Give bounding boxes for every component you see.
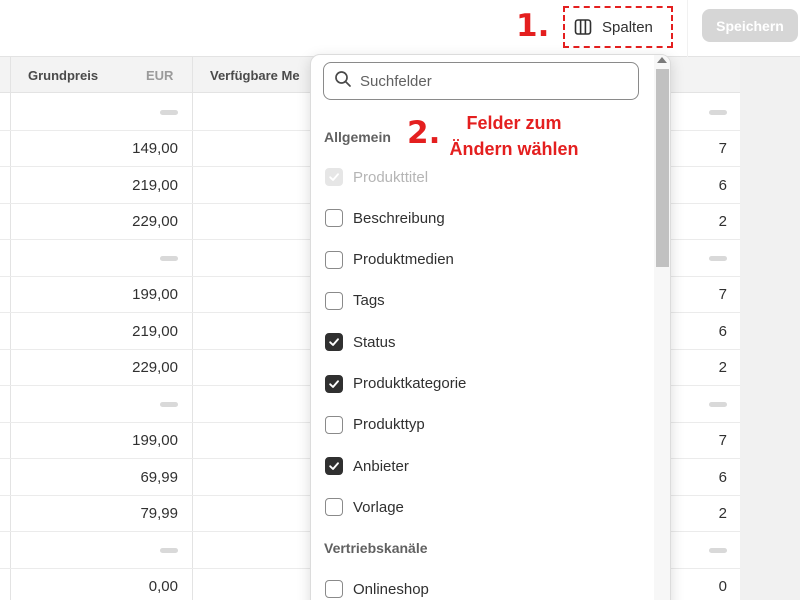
empty-quantity-cell[interactable] xyxy=(709,240,727,276)
header-base-price[interactable]: Grundpreis xyxy=(28,57,98,93)
dash-icon xyxy=(709,547,727,553)
dash-icon xyxy=(709,401,727,407)
checkbox[interactable] xyxy=(325,291,343,310)
empty-price-cell[interactable] xyxy=(160,240,178,276)
search-icon xyxy=(334,70,352,93)
checkbox[interactable] xyxy=(325,498,343,517)
column-option-produktmedien[interactable]: Produktmedien xyxy=(325,249,454,271)
empty-price-cell[interactable] xyxy=(160,532,178,568)
column-option-onlineshop[interactable]: Onlineshop xyxy=(325,578,429,600)
empty-price-cell[interactable] xyxy=(160,386,178,422)
column-option-anbieter[interactable]: Anbieter xyxy=(325,455,409,477)
column-option-tags[interactable]: Tags xyxy=(325,290,385,312)
column-option-status[interactable]: Status xyxy=(325,331,396,353)
group-title-sales-channels: Vertriebskanäle xyxy=(324,540,428,556)
checkbox[interactable] xyxy=(325,209,343,228)
column-option-beschreibung[interactable]: Beschreibung xyxy=(325,207,445,229)
checkbox[interactable] xyxy=(325,333,343,352)
dash-icon xyxy=(160,109,178,115)
annotation-note: Felder zum Ändern wählen xyxy=(444,110,584,162)
quantity-cell[interactable]: 6 xyxy=(719,313,727,349)
column-option-label: Produktkategorie xyxy=(353,375,467,392)
price-cell[interactable]: 219,00 xyxy=(132,167,178,203)
column-option-label: Tags xyxy=(353,292,385,310)
price-cell[interactable]: 149,00 xyxy=(132,131,178,167)
price-cell[interactable]: 219,00 xyxy=(132,313,178,349)
header-available-quantity[interactable]: Verfügbare Me xyxy=(210,57,300,93)
dash-icon xyxy=(160,547,178,553)
page-background xyxy=(740,57,800,600)
column-option-label: Produkttyp xyxy=(353,416,425,434)
scrollbar-thumb[interactable] xyxy=(656,69,669,267)
price-cell[interactable]: 229,00 xyxy=(132,350,178,386)
column-option-vorlage[interactable]: Vorlage xyxy=(325,496,404,518)
checkbox[interactable] xyxy=(325,250,343,269)
annotation-note-line: Ändern wählen xyxy=(449,139,579,159)
column-option-produkttyp[interactable]: Produkttyp xyxy=(325,414,425,436)
empty-quantity-cell[interactable] xyxy=(709,386,727,422)
checkbox xyxy=(325,168,343,186)
column-option-label: Vorlage xyxy=(353,498,404,516)
price-cell[interactable]: 199,00 xyxy=(132,277,178,313)
checkbox[interactable] xyxy=(325,580,343,598)
checkbox[interactable] xyxy=(325,374,343,393)
group-title-general: Allgemein xyxy=(324,129,391,145)
checkbox[interactable] xyxy=(325,415,343,434)
checkmark-icon xyxy=(329,379,339,388)
top-bar: 1. Spalten Speichern xyxy=(0,0,800,57)
quantity-cell[interactable]: 2 xyxy=(719,350,727,386)
annotation-step-2: 2. xyxy=(407,115,441,151)
toolbar-divider xyxy=(687,0,688,57)
annotation-step-1: 1. xyxy=(516,8,550,44)
header-currency: EUR xyxy=(146,67,174,83)
price-cell[interactable]: 199,00 xyxy=(132,423,178,459)
quantity-cell[interactable]: 6 xyxy=(719,167,727,203)
quantity-cell[interactable]: 6 xyxy=(719,459,727,495)
dash-icon xyxy=(160,401,178,407)
search-field[interactable] xyxy=(323,62,639,100)
quantity-cell[interactable]: 7 xyxy=(719,277,727,313)
column-option-produktkategorie[interactable]: Produktkategorie xyxy=(325,373,466,395)
column-option-label: Beschreibung xyxy=(353,209,445,227)
save-button[interactable]: Speichern xyxy=(702,9,798,42)
columns-button[interactable]: Spalten xyxy=(563,6,673,48)
price-cell[interactable]: 0,00 xyxy=(149,569,178,600)
columns-button-label: Spalten xyxy=(602,18,653,36)
price-cell[interactable]: 79,99 xyxy=(140,496,178,532)
quantity-cell[interactable]: 2 xyxy=(719,496,727,532)
quantity-cell[interactable]: 7 xyxy=(719,131,727,167)
column-option-produkttitel: Produkttitel xyxy=(325,166,428,188)
column-option-label: Produkttitel xyxy=(353,168,429,186)
empty-quantity-cell[interactable] xyxy=(709,94,727,130)
scroll-up-arrow-icon[interactable] xyxy=(657,57,667,63)
checkmark-icon xyxy=(329,338,339,347)
quantity-cell[interactable]: 0 xyxy=(719,569,727,600)
column-option-label: Status xyxy=(353,333,396,351)
checkbox[interactable] xyxy=(325,457,343,476)
dash-icon xyxy=(709,255,727,261)
search-input[interactable] xyxy=(360,72,620,90)
checkmark-icon xyxy=(329,462,339,471)
quantity-cell[interactable]: 7 xyxy=(719,423,727,459)
dash-icon xyxy=(160,255,178,261)
empty-price-cell[interactable] xyxy=(160,94,178,130)
quantity-cell[interactable]: 2 xyxy=(719,204,727,240)
price-cell[interactable]: 69,99 xyxy=(140,459,178,495)
column-option-label: Produktmedien xyxy=(353,251,454,269)
columns-icon xyxy=(574,18,592,36)
annotation-note-line: Felder zum xyxy=(466,113,562,133)
checkmark-icon xyxy=(329,173,339,181)
empty-quantity-cell[interactable] xyxy=(709,532,727,568)
dash-icon xyxy=(709,109,727,115)
price-cell[interactable]: 229,00 xyxy=(132,204,178,240)
column-option-label: Onlineshop xyxy=(353,580,429,598)
column-option-label: Anbieter xyxy=(353,457,409,475)
